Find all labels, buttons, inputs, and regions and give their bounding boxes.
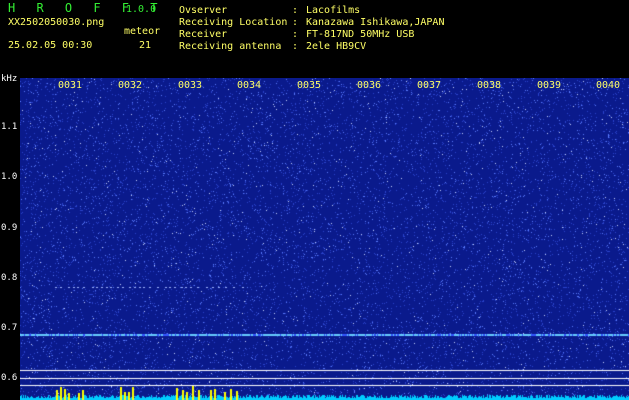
x-tick-label: 0037 bbox=[417, 80, 442, 91]
y-tick-label: 0.7 bbox=[1, 323, 18, 333]
antenna-label: Receiving antenna bbox=[179, 41, 282, 52]
meteor-count: 21 bbox=[139, 40, 152, 51]
x-tick-label: 0035 bbox=[297, 80, 322, 91]
x-tick-label: 0036 bbox=[357, 80, 382, 91]
y-axis-unit: kHz bbox=[1, 74, 18, 84]
x-tick-label: 0039 bbox=[537, 80, 562, 91]
x-tick-label: 0031 bbox=[58, 80, 83, 91]
file-name: XX2502050030.png bbox=[8, 17, 105, 28]
x-tick-label: 0033 bbox=[178, 80, 203, 91]
observer-label: Ovserver bbox=[179, 5, 228, 16]
meteor-label: meteor bbox=[124, 26, 161, 37]
y-tick-label: 0.6 bbox=[1, 373, 18, 383]
antenna-value: 2ele HB9CV bbox=[306, 41, 367, 52]
spectrogram-canvas bbox=[20, 78, 629, 400]
y-tick-label: 1.1 bbox=[1, 122, 18, 132]
y-tick-label: 0.8 bbox=[1, 273, 18, 283]
x-tick-label: 0032 bbox=[118, 80, 143, 91]
antenna-sep: : bbox=[292, 41, 299, 52]
x-tick-label: 0040 bbox=[596, 80, 621, 91]
location-label: Receiving Location bbox=[179, 17, 288, 28]
x-tick-label: 0034 bbox=[237, 80, 262, 91]
receiver-sep: : bbox=[292, 29, 299, 40]
receiver-value: FT-817ND 50MHz USB bbox=[306, 29, 415, 40]
location-sep: : bbox=[292, 17, 299, 28]
file-datetime: 25.02.05 00:30 bbox=[8, 40, 93, 51]
y-tick-label: 0.9 bbox=[1, 223, 18, 233]
location-value: Kanazawa Ishikawa,JAPAN bbox=[306, 17, 445, 28]
receiver-label: Receiver bbox=[179, 29, 228, 40]
app-version: 1.0.0 bbox=[126, 4, 157, 15]
y-tick-label: 1.0 bbox=[1, 172, 18, 182]
observer-value: Lacofilms bbox=[306, 5, 361, 16]
x-tick-label: 0038 bbox=[477, 80, 502, 91]
header-panel: H R O F F T 1.0.0 XX2502050030.png meteo… bbox=[0, 0, 629, 76]
observer-sep: : bbox=[292, 5, 299, 16]
